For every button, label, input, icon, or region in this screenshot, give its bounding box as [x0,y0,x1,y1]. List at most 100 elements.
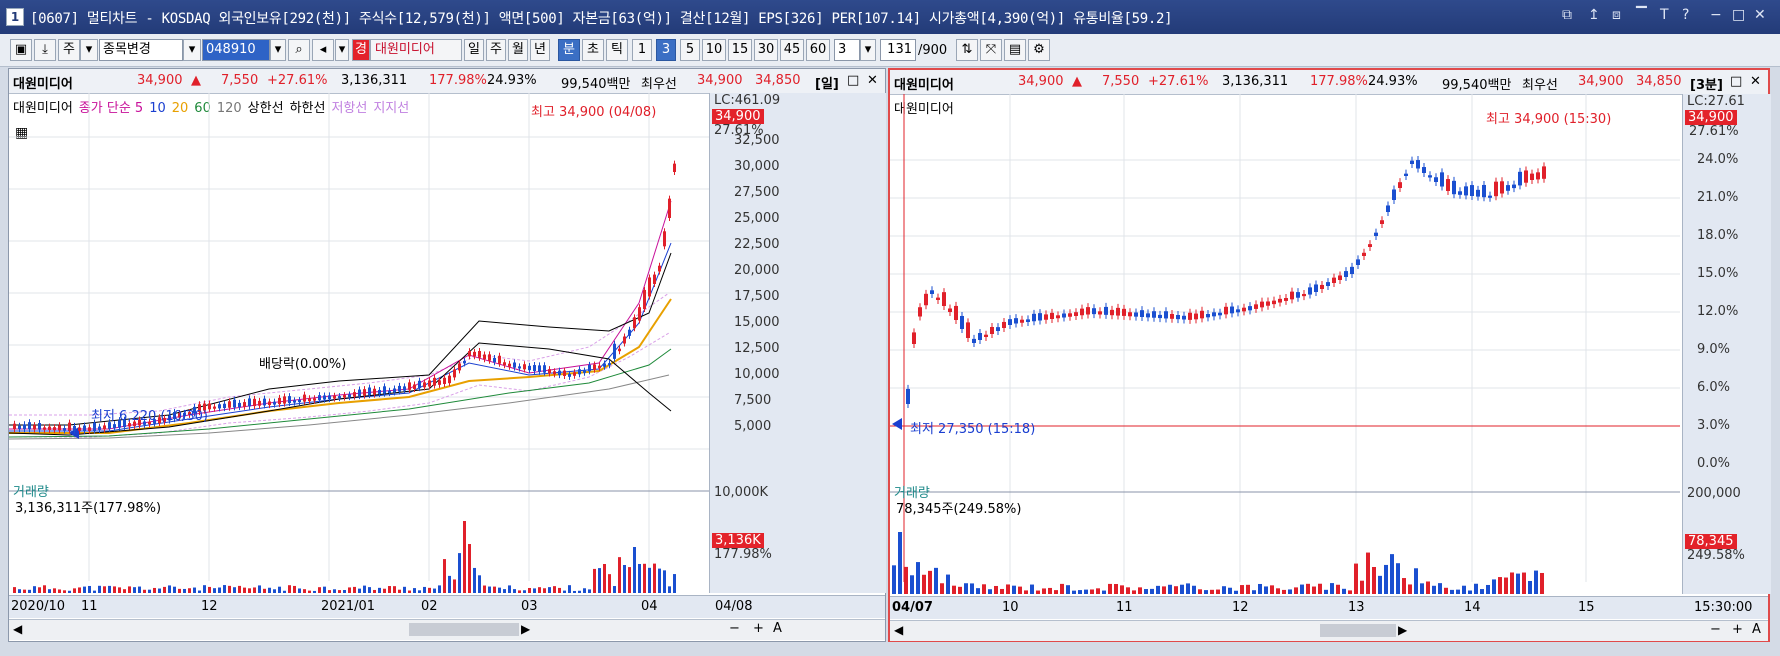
save-icon[interactable]: ▤ [1004,39,1026,61]
close-panel-icon[interactable]: ✕ [867,73,878,88]
chevron-down-icon[interactable]: ▾ [270,39,286,61]
help-icon[interactable]: ? [1682,7,1689,23]
candle-body [663,231,666,247]
stock-change-select[interactable]: 종목변경 [99,39,183,61]
auto-scale-icon[interactable]: A [1752,622,1761,637]
scroll-left-icon[interactable]: ◀ [13,622,22,636]
candle-body [936,297,940,300]
interval-45-button[interactable]: 45 [780,39,804,61]
tile-icon[interactable]: ⧈ [1612,7,1621,23]
period-month-button[interactable]: 월 [508,39,528,61]
topmost-icon[interactable]: ▔ [1636,7,1647,23]
interval-30-button[interactable]: 30 [754,39,778,61]
candle-body [653,274,656,284]
scroll-left-icon[interactable]: ◀ [894,623,903,637]
download-icon[interactable]: ⤓ [34,39,56,61]
period-year-button[interactable]: 년 [530,39,550,61]
left-price-axis[interactable]: LC:461.09 34,900 27.61% 32,500 30,000 27… [709,93,886,593]
compare-icon[interactable]: ⇅ [956,39,978,61]
interval-15-button[interactable]: 15 [728,39,752,61]
period-minute-button[interactable]: 분 [558,39,580,61]
candle-body [1368,244,1372,247]
maximize-panel-icon[interactable]: □ [1730,74,1742,89]
interval-1-button[interactable]: 1 [632,39,652,61]
candle-body [1530,173,1534,180]
period-tick-button[interactable]: 틱 [606,39,628,61]
chevron-down-icon[interactable]: ▾ [335,39,349,61]
zoom-in-icon[interactable]: + [753,621,764,636]
minimize-icon[interactable]: − [1710,7,1722,23]
candle-body [1176,314,1180,320]
search-icon[interactable]: ⌕ [288,39,310,61]
volume-bar [940,583,944,594]
maximize-panel-icon[interactable]: □ [847,73,859,88]
zoom-in-icon[interactable]: + [1732,622,1743,637]
close-panel-icon[interactable]: ✕ [1750,74,1761,89]
market-select[interactable]: 주 [58,39,80,61]
interval-10-button[interactable]: 10 [702,39,726,61]
volume-bar [93,590,96,593]
period-week-button[interactable]: 주 [486,39,506,61]
candle-body [930,290,934,294]
trade-amount: 99,540백만 [1442,78,1512,93]
scroll-thumb[interactable] [1320,624,1396,637]
right-price-axis[interactable]: LC:27.61 34,900 27.61% 24.0% 21.0% 18.0%… [1682,94,1771,594]
candle-body [1146,313,1150,318]
chevron-down-icon[interactable]: ▾ [860,39,876,61]
speaker-icon[interactable]: ◂ [312,39,334,61]
period-second-button[interactable]: 초 [582,39,604,61]
candle-body [338,396,341,399]
candle-body [438,380,441,385]
candle-body [1308,287,1312,295]
volume-bar [268,587,271,593]
left-scrollbar[interactable]: ◀ ▶ − + A [9,619,885,640]
candle-body [608,363,611,366]
zoom-out-icon[interactable]: − [1710,622,1721,637]
period-day-button[interactable]: 일 [464,39,484,61]
chevron-down-icon[interactable]: ▾ [80,39,98,61]
count-input[interactable]: 131 [880,39,916,61]
x-tick: 11 [81,599,98,614]
candle-body [58,425,61,431]
volume-bar [976,588,980,594]
candle-body [996,327,1000,331]
volume-bar [1354,563,1358,594]
font-icon[interactable]: T [1660,7,1669,23]
pin-icon[interactable]: ↥ [1588,7,1600,23]
volume-bar [1288,589,1292,594]
window-number-icon[interactable]: 1 [6,8,24,26]
volume-bar [1222,586,1226,594]
right-scrollbar[interactable]: ◀ ▶ − + A [890,620,1768,641]
y-tick: 0.0% [1697,456,1731,471]
candle-body [553,371,556,375]
candle-body [518,366,521,369]
volume-bar [618,557,621,593]
volume-bar [498,587,501,593]
stock-name-field[interactable]: 대원미디어 [370,39,462,61]
crosshair-icon[interactable]: ⤧ [980,39,1002,61]
interval-60-button[interactable]: 60 [806,39,830,61]
period-tag: [3분] [1690,78,1723,93]
zoom-out-icon[interactable]: − [729,621,740,636]
chevron-down-icon[interactable]: ▾ [183,39,201,61]
volume-bar [1450,589,1454,594]
volume-bar [1042,588,1046,594]
candle-body [448,375,451,384]
volume: 3,136,311 [1222,74,1289,89]
cascade-icon[interactable]: ⧉ [1562,7,1572,23]
candle-body [990,326,994,334]
layout-icon[interactable]: ▣ [10,39,32,61]
gear-icon[interactable]: ⚙ [1028,39,1050,61]
scroll-right-icon[interactable]: ▶ [521,622,530,636]
scroll-right-icon[interactable]: ▶ [1398,623,1407,637]
maximize-icon[interactable]: □ [1732,7,1745,23]
close-icon[interactable]: ✕ [1754,7,1766,23]
auto-scale-icon[interactable]: A [773,621,782,636]
stock-code-input[interactable]: 048910 [202,39,270,61]
volume-bar [613,586,616,593]
scroll-thumb[interactable] [409,623,519,636]
interval-input[interactable]: 3 [834,39,860,61]
volume-bar [892,565,896,594]
interval-3-button[interactable]: 3 [656,39,676,61]
interval-5-button[interactable]: 5 [680,39,700,61]
